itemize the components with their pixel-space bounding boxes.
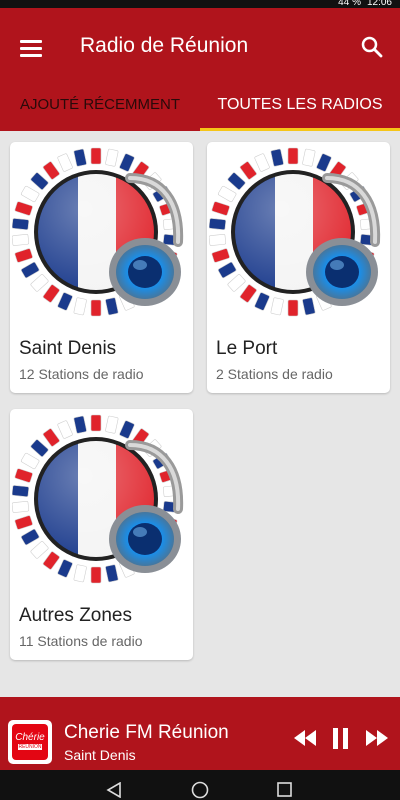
hamburger-icon[interactable] (20, 40, 42, 57)
logo-text-bottom: RÉUNION (18, 744, 42, 750)
radio-headset-icon (209, 142, 388, 322)
tab-recently-added[interactable]: AJOUTÉ RÉCEMMENT (0, 88, 200, 131)
station-logo: Chérie RÉUNION (8, 720, 52, 764)
region-name: Le Port (216, 338, 278, 359)
station-count: 11 Stations de radio (19, 633, 143, 649)
rewind-icon[interactable] (294, 730, 316, 746)
system-nav-bar (0, 770, 400, 800)
fast-forward-icon[interactable] (366, 730, 388, 746)
station-count: 2 Stations de radio (216, 366, 333, 382)
region-name: Saint Denis (19, 338, 117, 359)
region-name: Autres Zones (19, 605, 132, 626)
station-count: 12 Stations de radio (19, 366, 144, 382)
region-card-saint-denis[interactable]: Saint Denis 12 Stations de radio (10, 142, 193, 393)
region-card-autres-zones[interactable]: Autres Zones 11 Stations de radio (10, 409, 193, 660)
back-icon[interactable] (106, 782, 122, 798)
page-title: Radio de Réunion (80, 34, 249, 57)
mini-player[interactable]: Chérie RÉUNION Cherie FM Réunion Saint D… (0, 697, 400, 770)
radio-headset-icon (12, 409, 191, 589)
tab-all-radios[interactable]: TOUTES LES RADIOS (200, 88, 400, 131)
status-bar: 44 % 12:06 (0, 0, 400, 8)
clock: 12:06 (366, 0, 392, 8)
app-bar: Radio de Réunion (0, 8, 400, 88)
tab-bar: AJOUTÉ RÉCEMMENT TOUTES LES RADIOS (0, 88, 400, 131)
search-icon[interactable] (360, 35, 384, 59)
recents-icon[interactable] (277, 782, 292, 797)
station-title: Cherie FM Réunion (64, 722, 229, 743)
pause-icon[interactable] (331, 728, 351, 749)
station-subtitle: Saint Denis (64, 747, 136, 763)
radio-headset-icon (12, 142, 191, 322)
battery-level: 44 % (338, 0, 361, 8)
region-card-le-port[interactable]: Le Port 2 Stations de radio (207, 142, 390, 393)
home-icon[interactable] (191, 781, 209, 799)
logo-text-top: Chérie (15, 732, 45, 743)
